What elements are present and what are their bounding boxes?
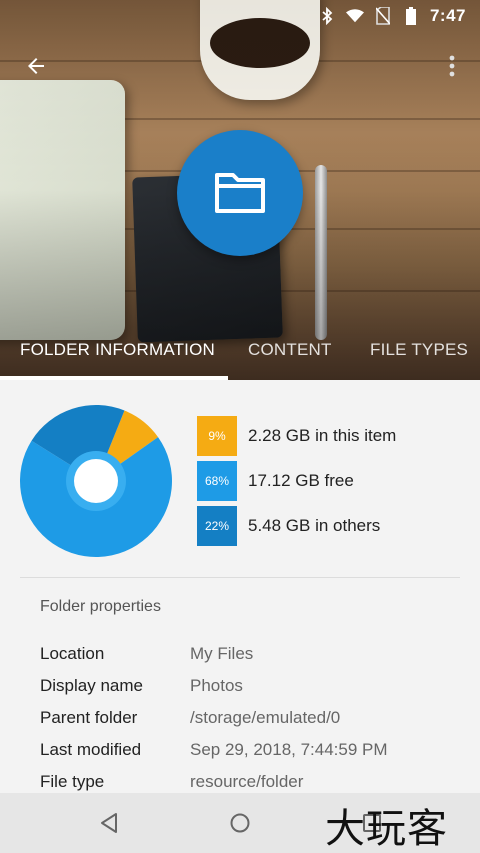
- nav-back-icon: [101, 813, 117, 833]
- percent-badge-free: 68%: [197, 461, 237, 501]
- more-vert-icon: [449, 55, 455, 77]
- tab-file-types[interactable]: FILE TYPES: [370, 340, 468, 360]
- percent-badge-this-item: 9%: [197, 416, 237, 456]
- section-title-folder-properties: Folder properties: [40, 598, 161, 615]
- no-sim-icon: [374, 7, 392, 25]
- battery-icon: [402, 7, 420, 25]
- legend-item-others: 22% 5.48 GB in others: [197, 506, 380, 546]
- nav-home-button[interactable]: [226, 809, 254, 837]
- divider: [20, 577, 460, 578]
- pie-center-hole: [74, 459, 118, 503]
- status-bar: 7:47: [0, 0, 480, 32]
- back-arrow-icon: [28, 58, 44, 74]
- percent-badge-others: 22%: [197, 506, 237, 546]
- folder-badge: [177, 130, 303, 256]
- property-value-parent-folder: /storage/emulated/0: [190, 708, 341, 727]
- legend-item-this-item: 9% 2.28 GB in this item: [197, 416, 396, 456]
- property-value-display-name: Photos: [190, 676, 243, 695]
- watermark-logo: 大玩客: [325, 806, 448, 852]
- clock: 7:47: [429, 6, 466, 25]
- property-value-file-type: resource/folder: [190, 772, 304, 791]
- legend-text-free: 17.12 GB free: [248, 471, 354, 490]
- wifi-icon: [345, 7, 364, 25]
- tab-content[interactable]: CONTENT: [248, 340, 332, 360]
- legend-item-free: 68% 17.12 GB free: [197, 461, 354, 501]
- property-value-last-modified: Sep 29, 2018, 7:44:59 PM: [190, 740, 388, 759]
- bluetooth-icon: [318, 7, 336, 25]
- tab-bar: FOLDER INFORMATION CONTENT FILE TYPES: [0, 330, 480, 380]
- more-options-button[interactable]: [440, 52, 464, 80]
- nav-home-icon: [230, 813, 250, 833]
- nav-back-button[interactable]: [95, 809, 123, 837]
- tab-folder-information[interactable]: FOLDER INFORMATION: [20, 340, 215, 360]
- property-value-location: My Files: [190, 644, 254, 663]
- folder-icon: [215, 173, 265, 213]
- property-label-parent-folder: Parent folder: [40, 708, 138, 727]
- back-button[interactable]: [20, 50, 52, 82]
- property-label-last-modified: Last modified: [40, 740, 142, 759]
- legend-text-this-item: 2.28 GB in this item: [248, 426, 397, 445]
- property-label-display-name: Display name: [40, 676, 143, 695]
- property-label-file-type: File type: [40, 772, 105, 791]
- legend-text-others: 5.48 GB in others: [248, 516, 381, 535]
- storage-pie-chart: [20, 405, 172, 557]
- property-label-location: Location: [40, 644, 105, 663]
